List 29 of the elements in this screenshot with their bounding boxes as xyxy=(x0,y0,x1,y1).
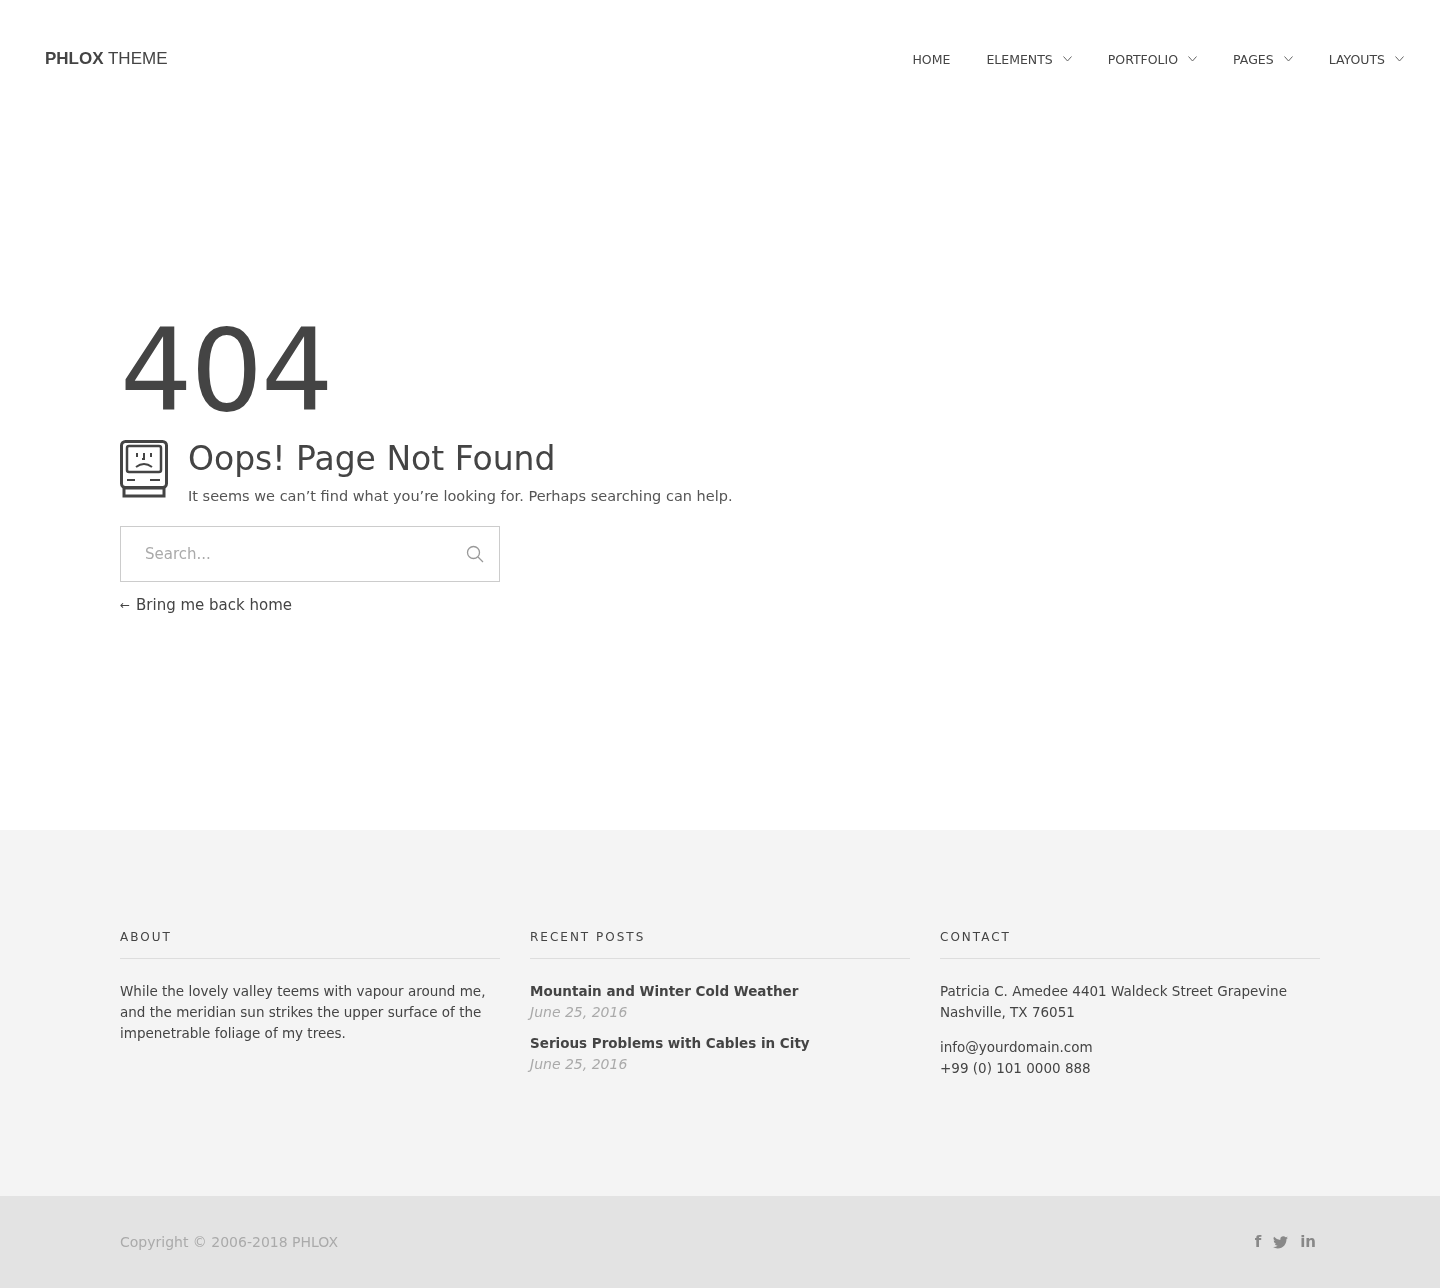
error-code: 404 xyxy=(120,314,333,428)
search-field[interactable]: Search... xyxy=(120,526,500,582)
back-home-link[interactable]: Bring me back home xyxy=(136,596,293,614)
caret-icon xyxy=(1062,56,1072,62)
nav-link[interactable]: PORTFOLIO xyxy=(1107,51,1198,67)
nav-link[interactable]: LAYOUTS xyxy=(1328,51,1404,67)
post-title-link[interactable]: Serious Problems with Cables in City xyxy=(530,1033,910,1054)
nav-link[interactable]: ELEMENTS xyxy=(986,51,1072,67)
widget-heading: RECENT POSTS xyxy=(530,930,910,959)
caret-icon xyxy=(1395,56,1404,62)
page-title: Oops! Page Not Found xyxy=(188,440,557,478)
contact-email: info@yourdomain.com xyxy=(940,1038,1094,1057)
sad-computer-icon xyxy=(120,440,168,498)
bird-icon[interactable] xyxy=(1273,1235,1289,1249)
logo[interactable]: PHLOX THEME xyxy=(45,49,168,69)
copyright-text: Copyright © 2006-2018 PHLOX xyxy=(120,1234,339,1250)
widget-heading: CONTACT xyxy=(940,930,1320,959)
contact-phone: +99 (0) 101 0000 888 xyxy=(940,1059,1092,1078)
error-message: It seems we can’t find what you’re looking for. Perhaps searching can help. xyxy=(188,488,733,504)
search-icon[interactable] xyxy=(466,545,484,563)
widget-heading: ABOUT xyxy=(120,930,500,959)
caret-icon xyxy=(1188,56,1198,62)
nav-link[interactable]: PAGES xyxy=(1233,51,1293,67)
about-text: While the lovely valley teems with vapour around me, and the meridian sun strikes the upper surface of the impenetrable foliage of my trees. xyxy=(120,982,487,1043)
post-title-link[interactable]: Mountain and Winter Cold Weather xyxy=(530,981,910,1002)
contact-address: Patricia C. Amedee 4401 Waldeck Street Grapevine Nashville, TX 76051 xyxy=(940,982,1288,1022)
caret-icon xyxy=(1283,56,1293,62)
arrow-icon: ← xyxy=(120,598,131,612)
nav-link[interactable]: HOME xyxy=(912,51,951,67)
